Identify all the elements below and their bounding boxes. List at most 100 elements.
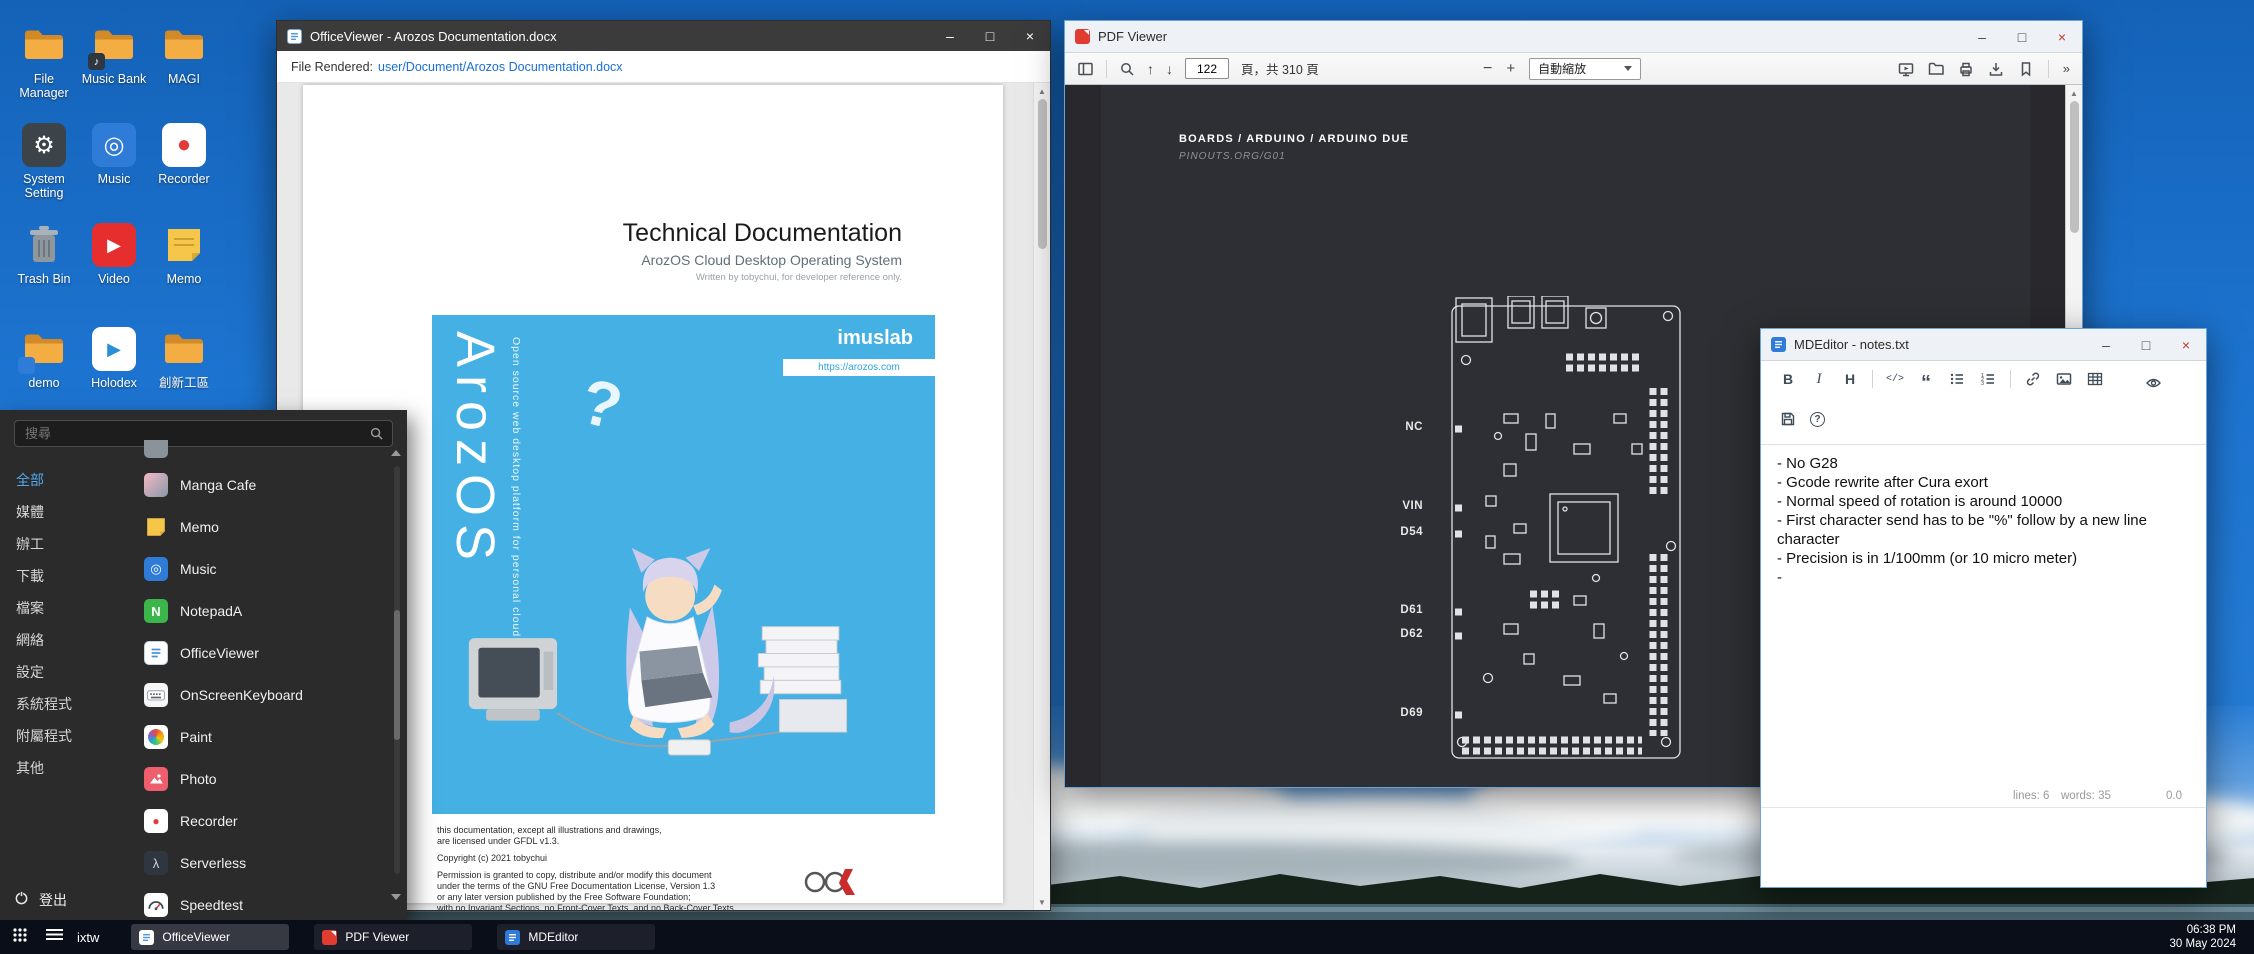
next-page-icon[interactable]: ↓ <box>1166 61 1173 77</box>
link-icon[interactable] <box>2024 369 2042 389</box>
scrollbar-thumb[interactable] <box>394 610 400 740</box>
app-item-speedtest[interactable]: Speedtest <box>130 884 391 920</box>
desktop-icon-recorder[interactable]: ● Recorder <box>148 122 220 186</box>
folder-icon <box>160 22 208 68</box>
category-all[interactable]: 全部 <box>0 464 130 496</box>
bold-icon[interactable]: B <box>1779 369 1797 389</box>
app-item-label: OnScreenKeyboard <box>180 687 303 703</box>
desktop-icon-system-setting[interactable]: ⚙ System Setting <box>8 122 80 201</box>
app-item-recorder[interactable]: ●Recorder <box>130 800 391 842</box>
zoom-in-button[interactable]: + <box>1506 60 1515 77</box>
minimize-button[interactable]: – <box>930 21 970 51</box>
preview-eye-icon[interactable] <box>2144 373 2162 393</box>
app-item-paint[interactable]: Paint <box>130 716 391 758</box>
search-icon[interactable] <box>1119 61 1135 77</box>
category-settings[interactable]: 設定 <box>0 656 130 688</box>
file-path-link[interactable]: user/Document/Arozos Documentation.docx <box>378 60 623 74</box>
logout-label: 登出 <box>39 890 67 910</box>
desktop-icon-demo[interactable]: demo <box>8 326 80 390</box>
sidebar-toggle-icon[interactable] <box>1077 61 1094 77</box>
app-item-officeviewer[interactable]: OfficeViewer <box>130 632 391 674</box>
presentation-mode-icon[interactable] <box>1898 61 1914 77</box>
category-office[interactable]: 辦工 <box>0 528 130 560</box>
download-icon[interactable] <box>1988 61 2004 77</box>
scrollbar-thumb[interactable] <box>1038 99 1047 249</box>
italic-icon[interactable]: I <box>1810 369 1828 389</box>
category-others[interactable]: 其他 <box>0 752 130 784</box>
taskbar-item-pdfviewer[interactable]: PDF Viewer <box>314 924 472 950</box>
close-button[interactable]: × <box>1010 21 1050 51</box>
close-button[interactable]: × <box>2166 329 2206 360</box>
maximize-button[interactable]: □ <box>2126 329 2166 360</box>
desktop-icon-video[interactable]: ▶ Video <box>78 222 150 286</box>
numbered-list-icon[interactable]: 123 <box>1979 369 1997 389</box>
more-tools-icon[interactable]: » <box>2063 61 2070 76</box>
app-item-memo[interactable]: Memo <box>130 506 391 548</box>
scroll-up-icon[interactable] <box>391 450 401 456</box>
quote-icon[interactable]: “ <box>1917 369 1935 389</box>
scroll-up-icon[interactable]: ▲ <box>1038 83 1046 99</box>
desktop-icon-holodex[interactable]: ▶ Holodex <box>78 326 150 390</box>
start-menu-scrollbar[interactable] <box>394 466 400 874</box>
taskbar-clock[interactable]: 06:38 PM 30 May 2024 <box>2170 923 2243 952</box>
zoom-select[interactable]: 自動縮放 <box>1529 58 1641 80</box>
app-item-manga-cafe[interactable]: Manga Cafe <box>130 464 391 506</box>
category-download[interactable]: 下載 <box>0 560 130 592</box>
app-item-label: Music <box>180 561 217 577</box>
app-item-photo[interactable]: Photo <box>130 758 391 800</box>
category-files[interactable]: 檔案 <box>0 592 130 624</box>
scroll-up-icon[interactable]: ▲ <box>2070 85 2078 101</box>
officeviewer-scrollbar[interactable]: ▲ ▼ <box>1033 83 1050 910</box>
heading-icon[interactable]: H <box>1841 369 1859 389</box>
zoom-select-value: 自動縮放 <box>1538 60 1586 77</box>
desktop-icon-music[interactable]: ◎ Music <box>78 122 150 186</box>
app-item-serverless[interactable]: λServerless <box>130 842 391 884</box>
all-apps-button[interactable] <box>12 927 28 948</box>
maximize-button[interactable]: □ <box>970 21 1010 51</box>
minimize-button[interactable]: – <box>2086 329 2126 360</box>
desktop-icon-workspace[interactable]: 創新工區 <box>148 326 220 390</box>
category-media[interactable]: 媒體 <box>0 496 130 528</box>
maximize-button[interactable]: □ <box>2002 21 2042 52</box>
mdeditor-titlebar[interactable]: MDEditor - notes.txt – □ × <box>1761 329 2206 361</box>
taskbar-item-officeviewer[interactable]: OfficeViewer <box>131 924 289 950</box>
print-icon[interactable] <box>1958 61 1974 77</box>
desktop-icon-memo[interactable]: Memo <box>148 222 220 286</box>
page-number-input[interactable] <box>1185 58 1229 79</box>
open-file-icon[interactable] <box>1928 61 1944 77</box>
desktop-icon-label: Trash Bin <box>17 272 70 286</box>
logout-button[interactable]: 登出 <box>14 890 67 910</box>
desktop-icon-music-bank[interactable]: ♪ Music Bank <box>78 22 150 86</box>
scroll-down-icon[interactable]: ▼ <box>1038 894 1046 910</box>
pdfviewer-titlebar[interactable]: PDF Viewer – □ × <box>1065 21 2082 53</box>
category-network[interactable]: 網絡 <box>0 624 130 656</box>
scrollbar-thumb[interactable] <box>2070 101 2079 233</box>
desktop-icon-magi[interactable]: MAGI <box>148 22 220 86</box>
desktop-icon-label: Memo <box>167 272 202 286</box>
app-item-notepada[interactable]: NNotepadA <box>130 590 391 632</box>
menu-button[interactable] <box>46 928 63 946</box>
save-icon[interactable] <box>1779 409 1797 429</box>
markdown-editor-content[interactable]: - No G28 - Gcode rewrite after Cura exor… <box>1761 445 2206 786</box>
help-icon[interactable]: ? <box>1810 412 1825 427</box>
zoom-out-button[interactable]: − <box>1483 60 1492 78</box>
close-button[interactable]: × <box>2042 21 2082 52</box>
category-accessories[interactable]: 附屬程式 <box>0 720 130 752</box>
previous-page-icon[interactable]: ↑ <box>1147 61 1154 77</box>
officeviewer-titlebar[interactable]: OfficeViewer - Arozos Documentation.docx… <box>277 21 1050 51</box>
desktop-icon-trash-bin[interactable]: Trash Bin <box>8 222 80 286</box>
taskbar-item-mdeditor[interactable]: MDEditor <box>497 924 655 950</box>
code-icon[interactable]: </> <box>1886 369 1904 389</box>
scroll-down-icon[interactable] <box>391 894 401 900</box>
app-item-music[interactable]: ◎Music <box>130 548 391 590</box>
bullet-list-icon[interactable] <box>1948 369 1966 389</box>
app-item-onscreenkeyboard[interactable]: OnScreenKeyboard <box>130 674 391 716</box>
image-icon[interactable] <box>2055 369 2073 389</box>
desktop-icon-file-manager[interactable]: File Manager <box>8 22 80 101</box>
pdfviewer-title: PDF Viewer <box>1098 29 1167 44</box>
table-icon[interactable] <box>2086 369 2104 389</box>
bookmark-icon[interactable] <box>2018 61 2034 77</box>
category-system[interactable]: 系統程式 <box>0 688 130 720</box>
taskbar-item-label: OfficeViewer <box>162 930 230 944</box>
minimize-button[interactable]: – <box>1962 21 2002 52</box>
